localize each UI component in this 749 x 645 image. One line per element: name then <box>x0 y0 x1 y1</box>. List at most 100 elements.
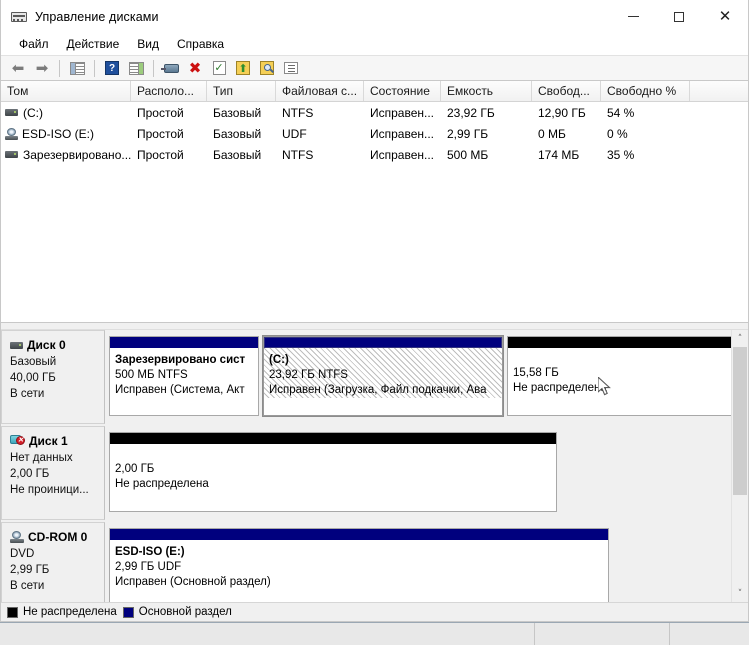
show-hide-action-pane-button[interactable] <box>125 57 147 79</box>
disk-management-window: Управление дисками ✕ Файл Действие Вид С… <box>0 0 749 622</box>
menu-file[interactable]: Файл <box>10 35 58 53</box>
partition-status: Исправен (Система, Акт <box>115 384 245 396</box>
volume-label: ESD-ISO (E:) <box>22 126 95 141</box>
disk-graphical-view: Диск 0 Базовый 40,00 ГБ В сети Зарезерви… <box>1 330 748 602</box>
column-filesystem[interactable]: Файловая с... <box>276 81 364 101</box>
delete-button[interactable]: ✖ <box>184 57 206 79</box>
partition-c[interactable]: (C:) 23,92 ГБ NTFS Исправен (Загрузка, Ф… <box>262 335 504 417</box>
cell-capacity: 23,92 ГБ <box>447 105 495 120</box>
list-view-button[interactable] <box>280 57 302 79</box>
maximize-button[interactable] <box>656 0 702 33</box>
table-row[interactable]: ESD-ISO (E:) Простой Базовый UDF Исправе… <box>1 123 748 144</box>
checkbox-button[interactable]: ✓ <box>208 57 230 79</box>
forward-button[interactable]: ➡ <box>31 57 53 79</box>
partition-color-bar <box>264 337 502 348</box>
back-button[interactable]: ⬅ <box>7 57 29 79</box>
partition-details: ESD-ISO (E:) 2,99 ГБ UDF Исправен (Основ… <box>110 540 608 590</box>
cell-free-space: 12,90 ГБ <box>538 105 586 120</box>
partition-size-fs: 23,92 ГБ NTFS <box>269 369 348 381</box>
back-arrow-icon: ⬅ <box>11 58 25 77</box>
disk-1-header[interactable]: ✕ Диск 1 Нет данных 2,00 ГБ Не проиници.… <box>1 426 105 520</box>
cdrom-0-header[interactable]: CD-ROM 0 DVD 2,99 ГБ В сети <box>1 522 105 602</box>
scroll-down-arrow-icon[interactable]: ˅ <box>732 585 748 602</box>
column-volume[interactable]: Том <box>1 81 131 101</box>
graph-vertical-scrollbar[interactable]: ˄ ˅ <box>731 330 748 602</box>
cell-type: Базовый <box>213 126 262 141</box>
cell-capacity: 2,99 ГБ <box>447 126 489 141</box>
volume-list-pane: Том Располо... Тип Файловая с... Состоян… <box>1 81 748 322</box>
scrollbar-track[interactable] <box>732 347 748 585</box>
cell-filesystem: NTFS <box>282 105 314 120</box>
legend: Не распределена Основной раздел <box>1 602 748 621</box>
disk-0-header[interactable]: Диск 0 Базовый 40,00 ГБ В сети <box>1 330 105 424</box>
column-free-percent[interactable]: Свободно % <box>601 81 690 101</box>
status-bar <box>0 622 749 645</box>
partition-size-fs: 500 МБ NTFS <box>115 369 188 381</box>
cell-free-space: 174 МБ <box>538 147 580 162</box>
partition-details: 15,58 ГБ Не распределена <box>508 348 731 396</box>
column-type[interactable]: Тип <box>207 81 276 101</box>
disk-1-title: Диск 1 <box>29 434 68 448</box>
partition-system-reserved[interactable]: Зарезервировано сист 500 МБ NTFS Исправе… <box>109 336 259 416</box>
hard-disk-icon <box>5 109 18 116</box>
disk-properties-icon <box>160 63 179 73</box>
cell-layout: Простой <box>137 147 184 162</box>
menu-view[interactable]: Вид <box>128 35 168 53</box>
partition-esd-iso[interactable]: ESD-ISO (E:) 2,99 ГБ UDF Исправен (Основ… <box>109 528 609 602</box>
disk-graphical-scroll-area: Диск 0 Базовый 40,00 ГБ В сети Зарезерви… <box>1 330 731 602</box>
show-hide-console-tree-button[interactable] <box>66 57 88 79</box>
rescan-disks-button[interactable] <box>256 57 278 79</box>
cell-volume: ESD-ISO (E:) <box>1 127 131 141</box>
title-bar[interactable]: Управление дисками ✕ <box>1 0 748 33</box>
table-row[interactable]: (C:) Простой Базовый NTFS Исправен... 23… <box>1 102 748 123</box>
cell-status: Исправен... <box>370 147 435 162</box>
close-button[interactable]: ✕ <box>702 0 748 33</box>
disk-0-title-line: Диск 0 <box>10 337 104 353</box>
cell-free-space: 0 МБ <box>538 126 566 141</box>
legend-primary-partition: Основной раздел <box>122 606 232 618</box>
column-filler[interactable] <box>690 81 748 101</box>
toolbar-separator <box>94 59 95 77</box>
column-layout[interactable]: Располо... <box>131 81 207 101</box>
partition-status: Исправен (Основной раздел) <box>115 576 271 588</box>
volume-list-header: Том Располо... Тип Файловая с... Состоян… <box>1 81 748 102</box>
table-row[interactable]: Зарезервировано... Простой Базовый NTFS … <box>1 144 748 165</box>
column-capacity[interactable]: Емкость <box>441 81 532 101</box>
partition-color-bar <box>110 337 258 348</box>
cell-status: Исправен... <box>370 126 435 141</box>
window-controls: ✕ <box>610 0 748 33</box>
disk-properties-button[interactable] <box>160 57 182 79</box>
cell-volume: Зарезервировано... <box>1 148 131 162</box>
partition-status: Исправен (Загрузка, Файл подкачки, Ава <box>269 384 487 396</box>
disk-0-state: В сети <box>10 388 45 400</box>
column-status[interactable]: Состояние <box>364 81 441 101</box>
partition-label: Зарезервировано сист <box>115 354 246 366</box>
partition-color-bar <box>508 337 731 348</box>
menu-help[interactable]: Справка <box>168 35 233 53</box>
disk-management-icon <box>11 9 27 25</box>
scrollbar-thumb[interactable] <box>733 347 747 495</box>
minimize-button[interactable] <box>610 0 656 33</box>
disk-1-size: 2,00 ГБ <box>10 468 50 480</box>
upgrade-disk-button[interactable]: ⬆ <box>232 57 254 79</box>
menu-action[interactable]: Действие <box>58 35 129 53</box>
show-hide-console-tree-icon <box>69 61 85 75</box>
cell-status: Исправен... <box>370 105 435 120</box>
cdrom-0-partitions: ESD-ISO (E:) 2,99 ГБ UDF Исправен (Основ… <box>105 522 731 602</box>
cell-type: Базовый <box>213 147 262 162</box>
disk-1-state: Не проиници... <box>10 484 89 496</box>
help-button[interactable]: ? <box>101 57 123 79</box>
partition-label: (C:) <box>269 354 289 366</box>
partition-unallocated-disk0[interactable]: 15,58 ГБ Не распределена <box>507 336 731 416</box>
disk-0-size: 40,00 ГБ <box>10 372 56 384</box>
partition-size-fs: 15,58 ГБ <box>513 367 559 379</box>
status-pane-2 <box>535 623 670 645</box>
delete-icon: ✖ <box>188 58 202 77</box>
column-free-space[interactable]: Свобод... <box>532 81 601 101</box>
partition-unallocated-disk1[interactable]: 2,00 ГБ Не распределена <box>109 432 557 512</box>
pane-splitter[interactable] <box>1 322 748 330</box>
cell-type: Базовый <box>213 105 262 120</box>
cdrom-0-row: CD-ROM 0 DVD 2,99 ГБ В сети ESD-ISO (E:)… <box>1 522 731 602</box>
partition-color-bar <box>110 433 556 444</box>
scroll-up-arrow-icon[interactable]: ˄ <box>732 330 748 347</box>
